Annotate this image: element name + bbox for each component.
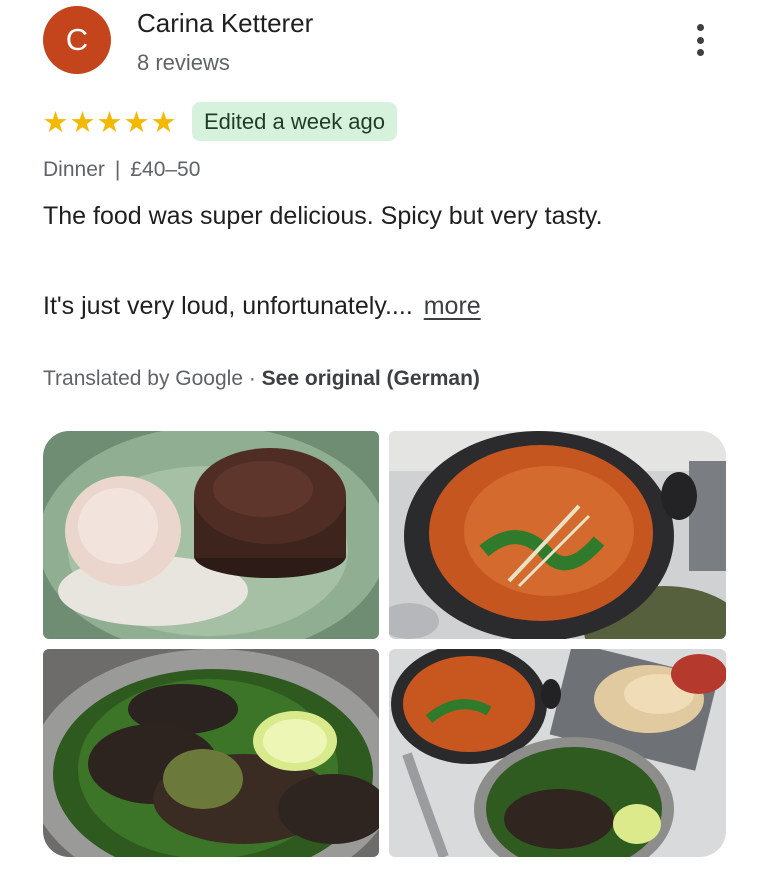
- grilled-dish-photo[interactable]: [43, 649, 379, 857]
- review-meta: Dinner | £40–50: [43, 158, 200, 182]
- menu-dot: [696, 49, 704, 56]
- grilled-dish-image: [43, 649, 379, 857]
- star-icon: ★: [96, 107, 123, 139]
- review-count[interactable]: 8 reviews: [137, 50, 230, 76]
- more-link[interactable]: more: [424, 292, 481, 320]
- translation-note: Translated by Google · See original (Ger…: [43, 367, 480, 391]
- edited-badge: Edited a week ago: [192, 102, 398, 141]
- star-icon: ★: [123, 107, 150, 139]
- avatar-initial: C: [65, 22, 89, 57]
- star-rating: ★ ★ ★ ★ ★: [42, 108, 177, 138]
- avatar[interactable]: C: [43, 6, 111, 74]
- review-text-line: It's just very loud, unfortunately.... m…: [43, 292, 481, 321]
- menu-dot: [696, 36, 704, 44]
- see-original-link[interactable]: See original (German): [262, 367, 480, 390]
- star-icon: ★: [42, 107, 69, 139]
- dessert-image: [43, 431, 379, 639]
- more-vert-icon[interactable]: [683, 20, 717, 60]
- meal-type: Dinner: [43, 158, 105, 181]
- review-text-truncated: It's just very loud, unfortunately....: [43, 292, 413, 320]
- author-name[interactable]: Carina Ketterer: [137, 8, 313, 39]
- curry-photo[interactable]: [389, 431, 726, 639]
- table-spread-image: [389, 649, 726, 857]
- price-range: £40–50: [130, 158, 201, 181]
- menu-dot: [696, 24, 704, 31]
- star-icon: ★: [69, 107, 96, 139]
- star-icon: ★: [150, 107, 177, 139]
- meta-separator: |: [114, 158, 121, 181]
- translated-by-label: Translated by Google ·: [43, 367, 262, 390]
- curry-image: [389, 431, 726, 639]
- review-text-line: The food was super delicious. Spicy but …: [43, 202, 603, 230]
- table-spread-photo[interactable]: [389, 649, 726, 857]
- dessert-photo[interactable]: [43, 431, 379, 639]
